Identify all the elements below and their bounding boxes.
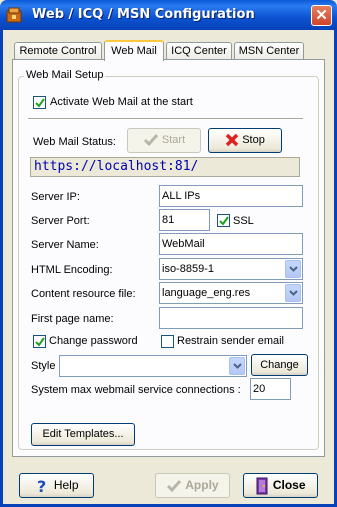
first-page-input[interactable] bbox=[159, 307, 303, 329]
ssl-checkbox[interactable] bbox=[217, 214, 230, 227]
first-page-label: First page name: bbox=[31, 313, 114, 325]
close-label: Close bbox=[272, 478, 306, 492]
style-label: Style bbox=[31, 360, 56, 372]
start-label: Start bbox=[161, 134, 186, 146]
help-icon: ? bbox=[37, 478, 46, 494]
content-resource-value: language_eng.res bbox=[162, 287, 251, 299]
dropdown-button[interactable] bbox=[229, 357, 245, 375]
max-connections-label: System max webmail service connections : bbox=[31, 384, 241, 396]
close-door-icon bbox=[256, 477, 268, 495]
window-title: Web / ICQ / MSN Configuration bbox=[32, 7, 255, 22]
server-ip-label: Server IP: bbox=[31, 191, 80, 203]
server-port-label: Server Port: bbox=[31, 215, 90, 227]
dropdown-arrow-icon bbox=[289, 266, 298, 272]
edit-templates-button[interactable]: Edit Templates... bbox=[31, 423, 135, 446]
dropdown-arrow-icon bbox=[289, 290, 298, 296]
dropdown-arrow-icon bbox=[233, 363, 242, 369]
style-select[interactable] bbox=[59, 355, 247, 377]
help-label: Help bbox=[53, 478, 79, 492]
separator bbox=[28, 118, 303, 120]
close-window-button[interactable]: ✕ bbox=[311, 5, 332, 26]
restrain-sender-label: Restrain sender email bbox=[177, 335, 284, 347]
ssl-label: SSL bbox=[233, 215, 254, 227]
html-encoding-select[interactable]: iso-8859-1 bbox=[159, 258, 303, 280]
server-name-input[interactable]: WebMail bbox=[159, 233, 303, 255]
apply-button[interactable]: Apply bbox=[155, 473, 230, 498]
web-mail-url: https://localhost:81/ bbox=[30, 157, 300, 177]
server-port-input[interactable]: 81 bbox=[159, 209, 210, 231]
checkmark-icon bbox=[167, 479, 182, 493]
group-title: Web Mail Setup bbox=[24, 69, 106, 81]
html-encoding-label: HTML Encoding: bbox=[31, 264, 113, 276]
apply-label: Apply bbox=[185, 478, 219, 492]
server-name-label: Server Name: bbox=[31, 239, 99, 251]
dropdown-button[interactable] bbox=[285, 284, 301, 302]
change-password-label: Change password bbox=[49, 335, 138, 347]
stop-label: Stop bbox=[242, 134, 265, 146]
svg-text:?: ? bbox=[37, 478, 46, 494]
tab-web-mail[interactable]: Web Mail bbox=[104, 40, 164, 61]
content-resource-select[interactable]: language_eng.res bbox=[159, 282, 303, 304]
stop-x-icon bbox=[225, 133, 239, 147]
html-encoding-value: iso-8859-1 bbox=[162, 263, 214, 275]
help-button[interactable]: ? Help bbox=[19, 473, 94, 498]
activate-label: Activate Web Mail at the start bbox=[50, 96, 193, 108]
activate-checkbox[interactable] bbox=[33, 96, 46, 109]
style-change-button[interactable]: Change bbox=[251, 354, 308, 376]
status-label: Web Mail Status: bbox=[33, 136, 116, 148]
max-connections-input[interactable]: 20 bbox=[250, 378, 291, 400]
dropdown-button[interactable] bbox=[285, 260, 301, 278]
tab-msn-center[interactable]: MSN Center bbox=[234, 42, 304, 59]
checkmark-icon bbox=[143, 134, 158, 147]
title-bar: Web / ICQ / MSN Configuration ✕ bbox=[0, 0, 337, 30]
tab-icq-center[interactable]: ICQ Center bbox=[166, 42, 232, 59]
stop-button[interactable]: Stop bbox=[208, 128, 282, 153]
checkmark-icon bbox=[35, 98, 45, 108]
checkmark-icon bbox=[219, 216, 229, 226]
start-button[interactable]: Start bbox=[127, 128, 201, 153]
close-button[interactable]: Close bbox=[243, 473, 318, 498]
content-resource-label: Content resource file: bbox=[31, 288, 136, 300]
server-ip-input[interactable]: ALL IPs bbox=[159, 185, 303, 207]
restrain-sender-checkbox[interactable] bbox=[161, 335, 174, 348]
checkmark-icon bbox=[35, 337, 45, 347]
app-icon bbox=[6, 7, 22, 23]
tab-remote-control[interactable]: Remote Control bbox=[14, 42, 102, 59]
change-password-checkbox[interactable] bbox=[33, 335, 46, 348]
